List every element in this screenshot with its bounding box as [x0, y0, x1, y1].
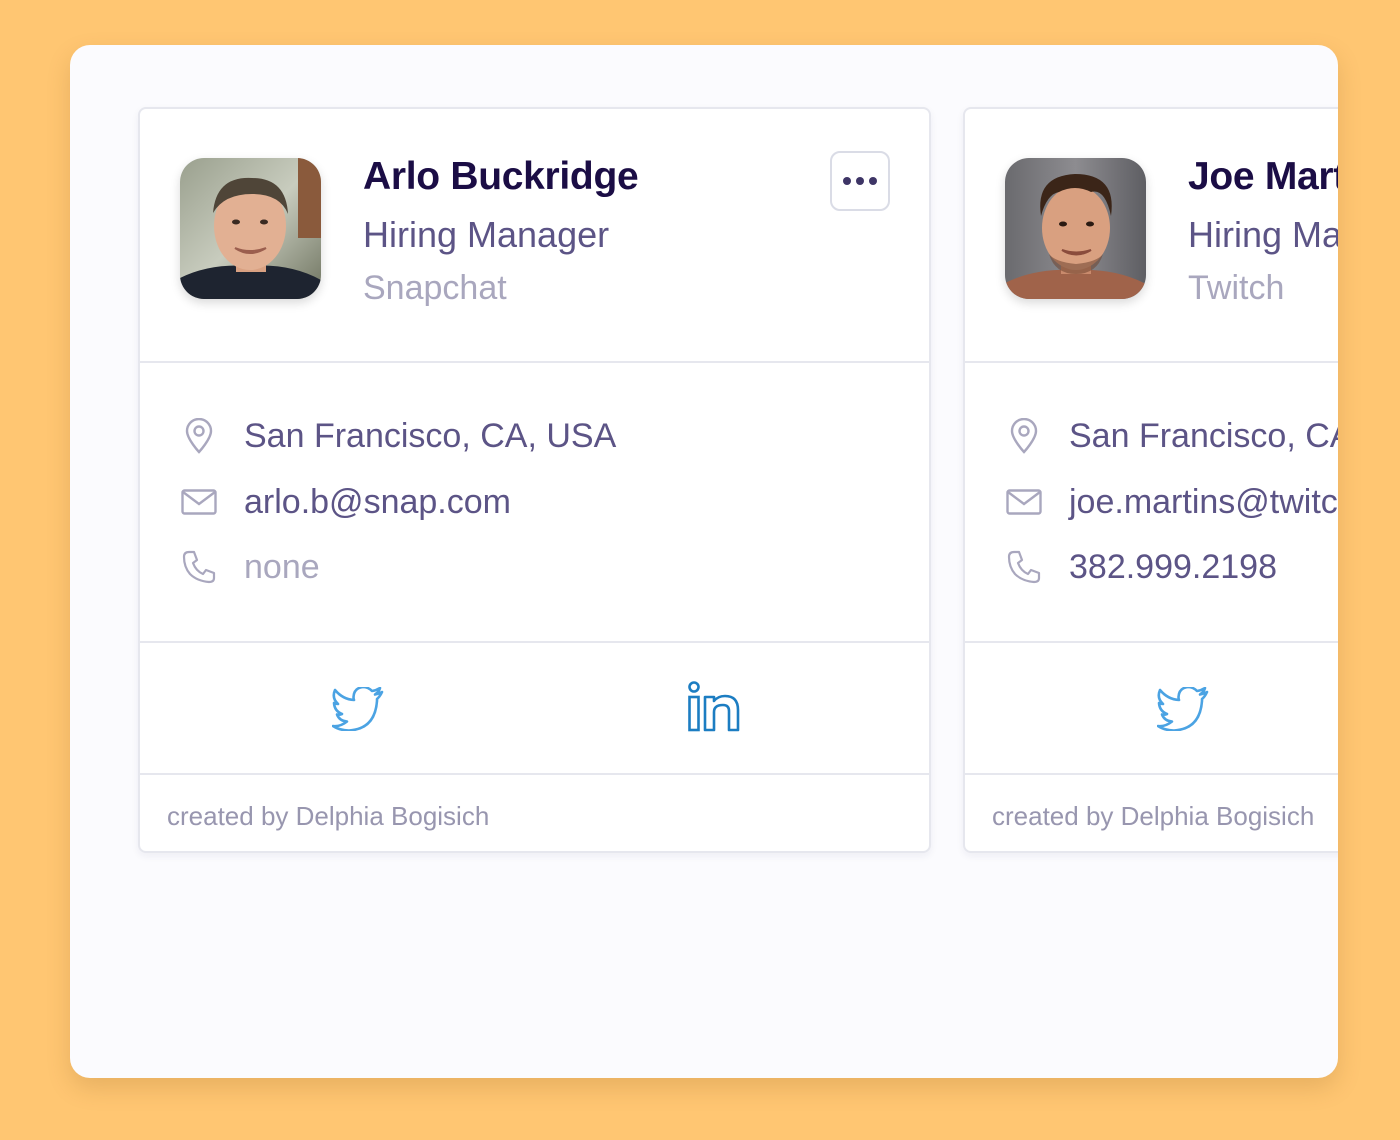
contact-role: Hiring Manager [363, 214, 610, 255]
email-row: joe.martins@twitch.tv [1005, 477, 1338, 527]
location-pin-icon [180, 417, 218, 455]
email-text[interactable]: arlo.b@snap.com [244, 483, 511, 522]
linkedin-link[interactable] [686, 679, 742, 735]
phone-row: none [180, 542, 320, 592]
avatar[interactable] [1005, 158, 1146, 299]
social-links [965, 641, 1338, 775]
contact-card: Arlo Buckridge Hiring Manager Snapchat S… [138, 107, 931, 853]
social-links [140, 641, 929, 775]
location-row: San Francisco, CA, USA [1005, 411, 1338, 461]
created-by-text: created by Delphia Bogisich [992, 801, 1315, 831]
contact-details: San Francisco, CA, USA arlo.b@snap.com n… [140, 361, 929, 643]
phone-icon [1005, 548, 1043, 586]
linkedin-icon [688, 681, 740, 732]
more-dots-icon [843, 177, 877, 185]
more-options-button[interactable] [830, 151, 890, 211]
contact-name: Joe Martins [1188, 155, 1338, 198]
created-by-text: created by Delphia Bogisich [167, 801, 490, 831]
contact-company: Snapchat [363, 269, 507, 307]
location-pin-icon [1005, 417, 1043, 455]
twitter-icon [1157, 687, 1209, 731]
phone-icon [180, 548, 218, 586]
location-text: San Francisco, CA, USA [244, 416, 617, 455]
card-header: Joe Martins Hiring Manager Twitch [965, 109, 1338, 363]
location-row: San Francisco, CA, USA [180, 411, 616, 461]
email-text[interactable]: joe.martins@twitch.tv [1069, 483, 1338, 522]
contact-company: Twitch [1188, 269, 1285, 307]
card-header: Arlo Buckridge Hiring Manager Snapchat [140, 109, 929, 363]
phone-text[interactable]: 382.999.2198 [1069, 548, 1277, 587]
email-row: arlo.b@snap.com [180, 477, 511, 527]
twitter-link[interactable] [330, 681, 386, 737]
contact-role: Hiring Manager [1188, 214, 1338, 255]
contact-details: San Francisco, CA, USA joe.martins@twitc… [965, 361, 1338, 643]
contacts-panel: Arlo Buckridge Hiring Manager Snapchat S… [70, 45, 1338, 1078]
twitter-link[interactable] [1155, 681, 1211, 737]
phone-row: 382.999.2198 [1005, 542, 1277, 592]
envelope-icon [180, 483, 218, 521]
location-text: San Francisco, CA, USA [1069, 416, 1338, 455]
contact-card: Joe Martins Hiring Manager Twitch San Fr… [963, 107, 1338, 853]
twitter-icon [332, 687, 384, 731]
phone-text: none [244, 547, 320, 586]
envelope-icon [1005, 483, 1043, 521]
avatar[interactable] [180, 158, 321, 299]
contact-name: Arlo Buckridge [363, 155, 639, 198]
